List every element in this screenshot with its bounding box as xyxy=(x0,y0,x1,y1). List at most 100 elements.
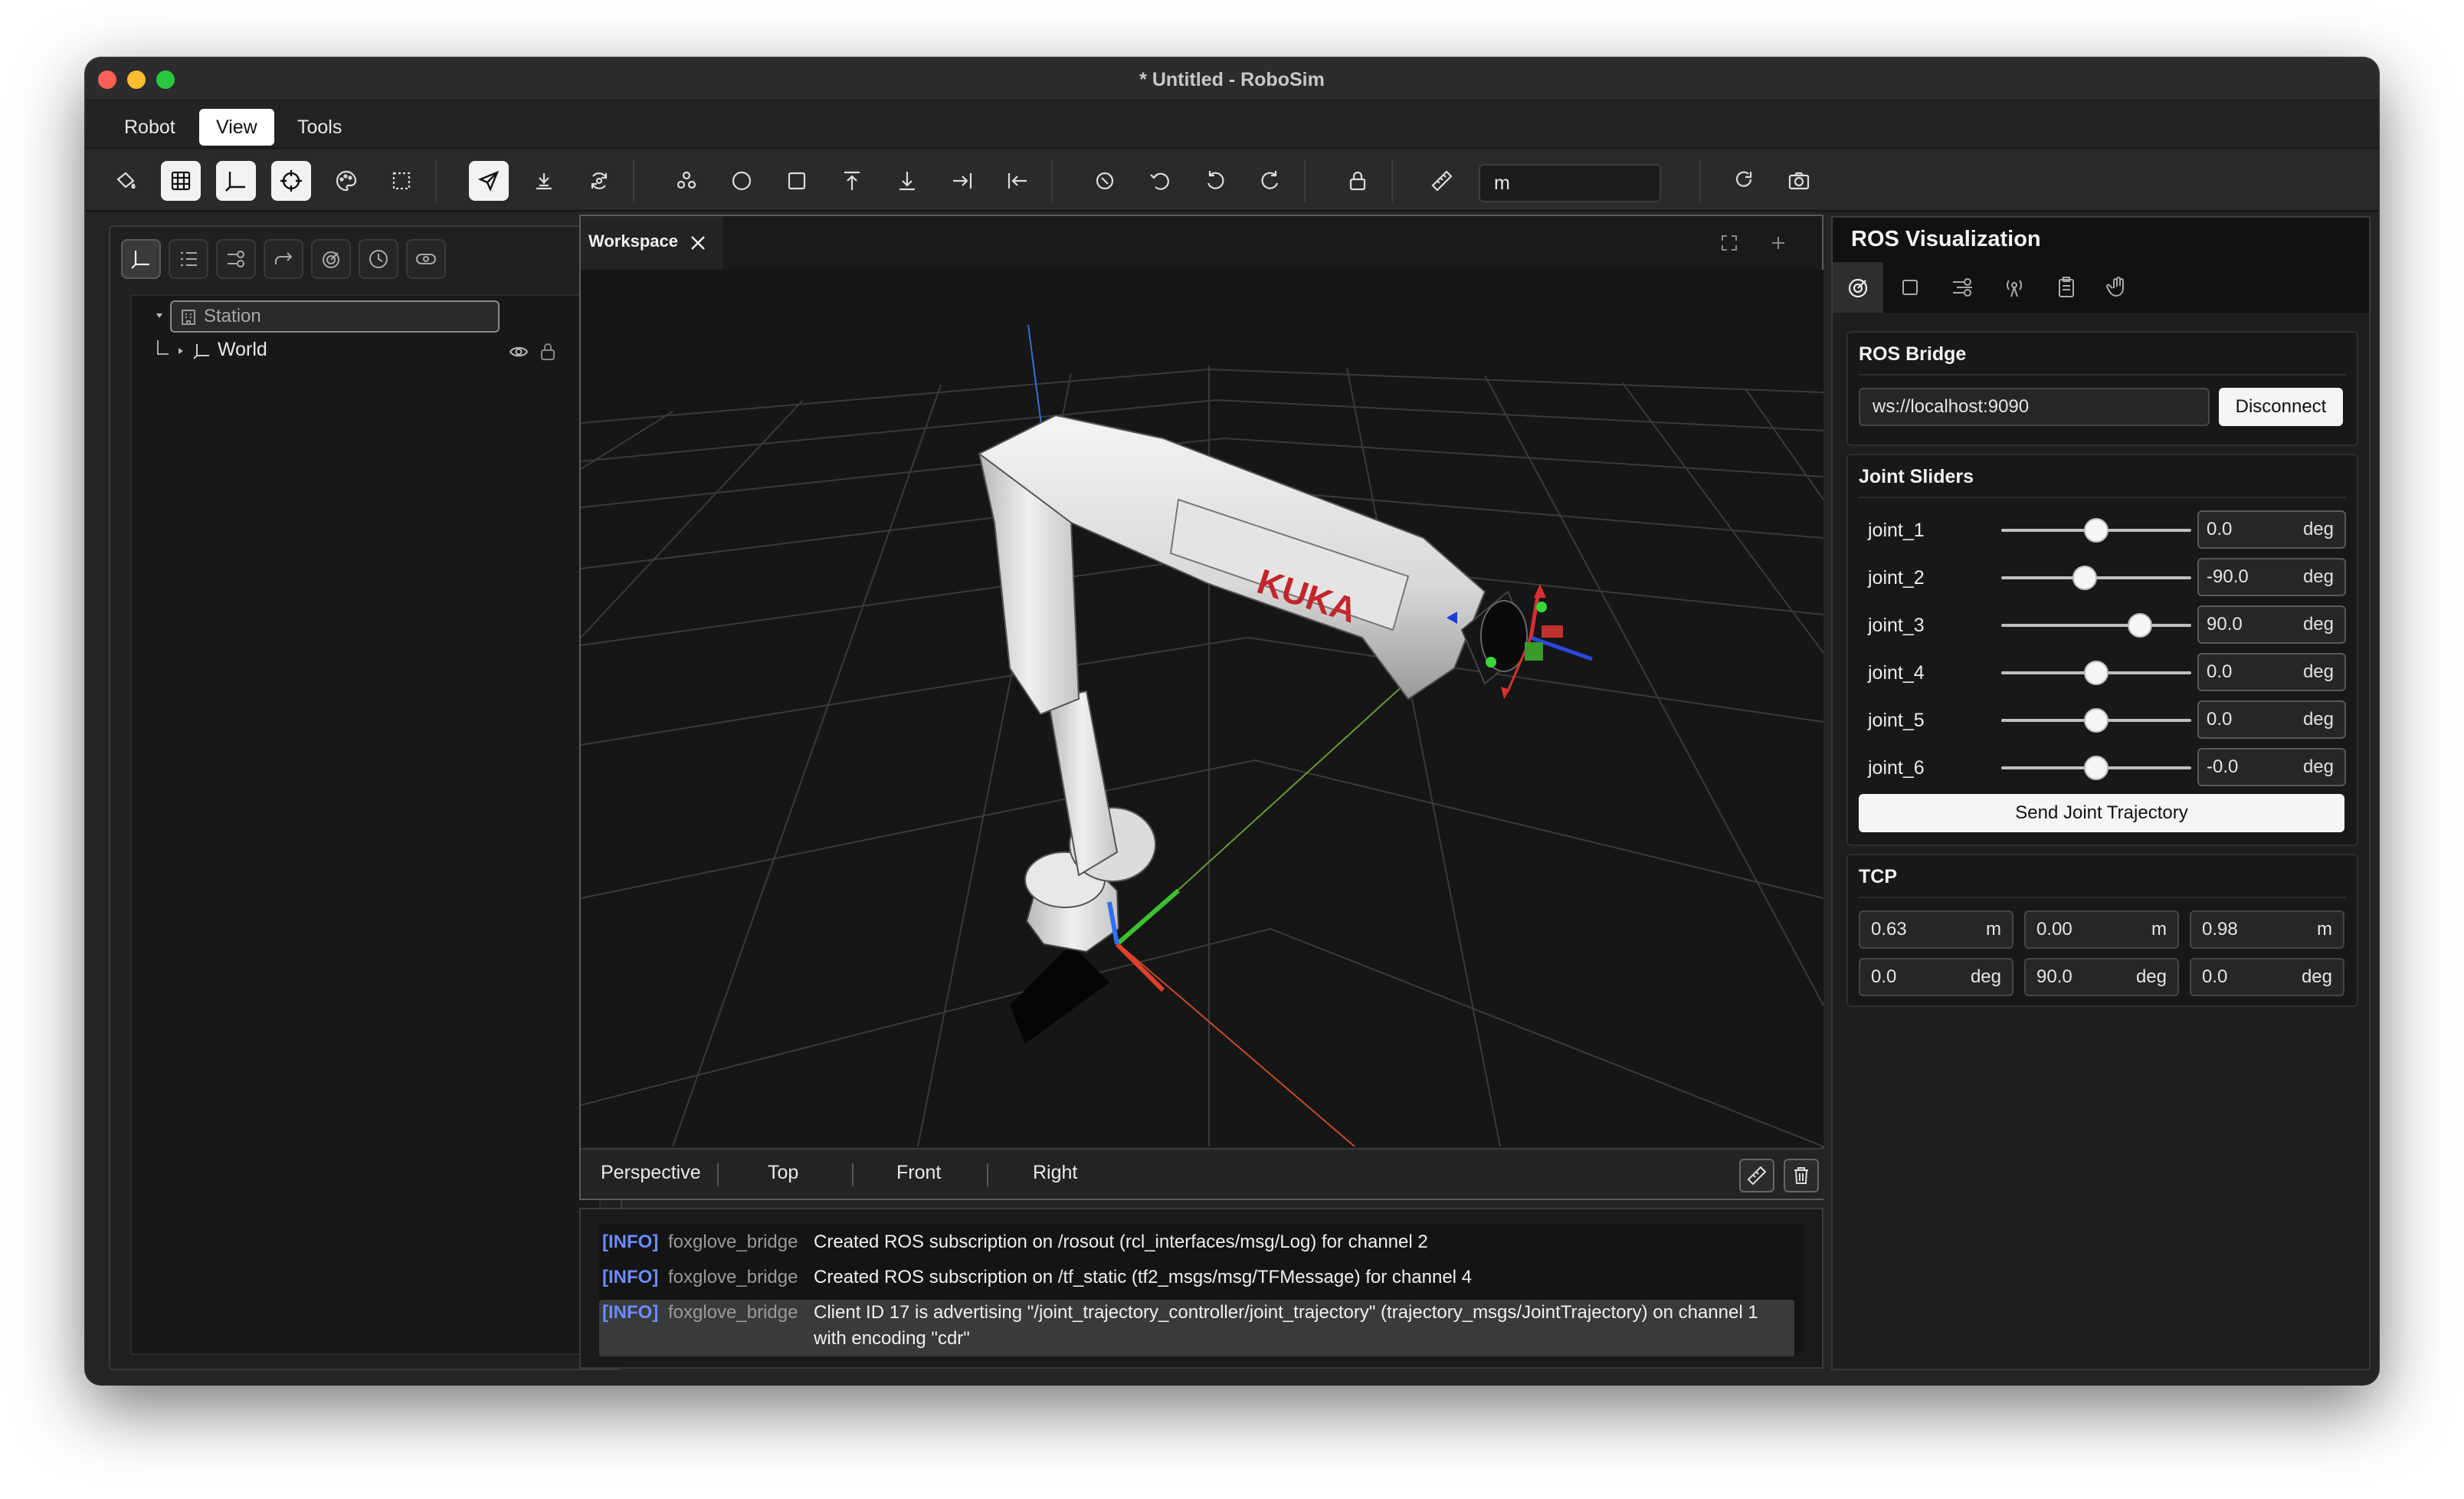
joint-name: joint_1 xyxy=(1868,520,1925,541)
tcp-rotation-field[interactable]: 90.0 deg xyxy=(2024,958,2179,996)
joint-value-input[interactable]: 0.0 deg xyxy=(2197,653,2346,691)
log-level: [INFO] xyxy=(602,1232,659,1252)
select-box-icon[interactable] xyxy=(382,161,421,201)
collapsed-arrow-icon[interactable] xyxy=(176,346,185,356)
joint-unit: deg xyxy=(2302,566,2334,587)
box-tab[interactable] xyxy=(1885,262,1935,313)
slider-knob[interactable] xyxy=(2084,518,2108,543)
clock-tab[interactable] xyxy=(359,239,398,279)
view-top-button[interactable]: Top xyxy=(768,1162,798,1184)
send-icon[interactable] xyxy=(469,161,509,201)
refresh-icon[interactable] xyxy=(1724,161,1764,201)
unit-input[interactable]: m xyxy=(1479,164,1661,202)
joint-value-input[interactable]: 90.0 deg xyxy=(2197,605,2346,644)
square-icon[interactable] xyxy=(777,161,817,201)
rotate-ccw-icon[interactable] xyxy=(1140,161,1180,201)
log-entry-selected[interactable]: [INFO] foxglove_bridge Client ID 17 is a… xyxy=(599,1300,1794,1356)
rotate-robot-icon[interactable] xyxy=(579,161,619,201)
joint-slider[interactable] xyxy=(2001,661,2191,685)
log-entry[interactable]: [INFO] foxglove_bridge Created ROS subsc… xyxy=(599,1264,1794,1297)
joint-value-input[interactable]: -0.0 deg xyxy=(2197,748,2346,786)
lock-icon[interactable] xyxy=(539,342,556,362)
sensor-tab[interactable] xyxy=(406,239,446,279)
view-front-button[interactable]: Front xyxy=(896,1162,941,1184)
robot-base-icon[interactable] xyxy=(524,161,564,201)
joint-value-input[interactable]: -90.0 deg xyxy=(2197,558,2346,596)
tcp-position-field[interactable]: 0.00 m xyxy=(2024,910,2179,949)
palette-icon[interactable] xyxy=(326,161,366,201)
tcp-position-field[interactable]: 0.98 m xyxy=(2190,910,2344,949)
slider-knob[interactable] xyxy=(2128,613,2153,638)
scene-canvas[interactable]: KUKA xyxy=(581,270,1823,1146)
tab-workspace[interactable]: Workspace xyxy=(581,216,723,270)
broadcast-tab[interactable] xyxy=(1989,262,2040,313)
view-right-button[interactable]: Right xyxy=(1033,1162,1077,1184)
menu-tools[interactable]: Tools xyxy=(280,109,359,146)
align-bottom-icon[interactable] xyxy=(887,161,927,201)
joint-unit: deg xyxy=(2302,614,2334,635)
align-right-icon[interactable] xyxy=(942,161,982,201)
align-left-icon[interactable] xyxy=(998,161,1037,201)
coordinate-frames-tab[interactable] xyxy=(121,239,161,279)
circle-icon[interactable] xyxy=(722,161,762,201)
log-list: [INFO] foxglove_bridge Created ROS subsc… xyxy=(599,1225,1804,1356)
log-entry[interactable]: [INFO] foxglove_bridge Created ROS subsc… xyxy=(599,1229,1794,1261)
tcp-position-field[interactable]: 0.63 m xyxy=(1859,910,2013,949)
fullscreen-icon[interactable] xyxy=(1719,233,1739,253)
view-perspective-button[interactable]: Perspective xyxy=(601,1162,701,1184)
joint-slider[interactable] xyxy=(2001,518,2191,543)
joint-value-input[interactable]: 0.0 deg xyxy=(2197,510,2346,549)
robot-arm: KUKA xyxy=(978,414,1532,953)
align-top-icon[interactable] xyxy=(832,161,872,201)
delete-button[interactable] xyxy=(1784,1159,1819,1192)
slider-knob[interactable] xyxy=(2084,708,2108,733)
hand-tab[interactable] xyxy=(2093,262,2144,313)
rotate-x-icon[interactable] xyxy=(1085,161,1125,201)
assembly-icon[interactable] xyxy=(667,161,706,201)
joint-slider[interactable] xyxy=(2001,708,2191,733)
tcp-rotation-field[interactable]: 0.0 deg xyxy=(1859,958,2013,996)
tree-item-world[interactable]: World xyxy=(218,339,267,361)
joint-unit: deg xyxy=(2302,661,2334,682)
redirect-tab[interactable] xyxy=(264,239,303,279)
log-panel: [INFO] foxglove_bridge Created ROS subsc… xyxy=(579,1208,1823,1369)
slider-knob[interactable] xyxy=(2084,661,2108,685)
ros-bridge-card: ROS Bridge ws://localhost:9090 Disconnec… xyxy=(1846,331,2358,446)
3d-viewport[interactable]: KUKA xyxy=(581,270,1823,1146)
disconnect-button[interactable]: Disconnect xyxy=(2219,388,2343,426)
menu-robot[interactable]: Robot xyxy=(107,109,192,146)
camera-icon[interactable] xyxy=(1779,161,1819,201)
sliders-tab[interactable] xyxy=(1937,262,1987,313)
add-icon[interactable] xyxy=(1768,233,1788,253)
ruler-icon[interactable] xyxy=(1422,161,1462,201)
joint-slider[interactable] xyxy=(2001,613,2191,638)
log-level: [INFO] xyxy=(602,1302,659,1323)
rotate-left-icon[interactable] xyxy=(1195,161,1235,201)
joint-slider[interactable] xyxy=(2001,566,2191,590)
joint-value-input[interactable]: 0.0 deg xyxy=(2197,700,2346,739)
clipboard-tab[interactable] xyxy=(2041,262,2092,313)
slider-knob[interactable] xyxy=(2072,566,2098,590)
slider-knob[interactable] xyxy=(2084,756,2108,780)
target-tab[interactable] xyxy=(311,239,351,279)
visibility-eye-icon[interactable] xyxy=(509,343,529,360)
list-tab[interactable] xyxy=(169,239,208,279)
measure-button[interactable] xyxy=(1739,1159,1774,1192)
crosshair-icon[interactable] xyxy=(271,161,311,201)
paint-bucket-icon[interactable] xyxy=(106,161,146,201)
joint-slider[interactable] xyxy=(2001,756,2191,780)
send-joint-trajectory-button[interactable]: Send Joint Trajectory xyxy=(1859,794,2344,832)
components-tab[interactable] xyxy=(216,239,256,279)
tree-item-station[interactable]: Station xyxy=(170,300,500,333)
rotate-right-icon[interactable] xyxy=(1250,161,1290,201)
target-tab[interactable] xyxy=(1833,262,1883,313)
lock-icon[interactable] xyxy=(1338,161,1378,201)
bridge-url-input[interactable]: ws://localhost:9090 xyxy=(1859,388,2210,426)
grid-icon[interactable] xyxy=(161,161,201,201)
tcp-value: 0.0 xyxy=(2202,966,2228,987)
expand-arrow-icon[interactable] xyxy=(155,311,164,320)
axes-icon[interactable] xyxy=(216,161,256,201)
tcp-rotation-field[interactable]: 0.0 deg xyxy=(2190,958,2344,996)
menu-view[interactable]: View xyxy=(199,109,274,146)
close-icon[interactable] xyxy=(688,233,708,253)
